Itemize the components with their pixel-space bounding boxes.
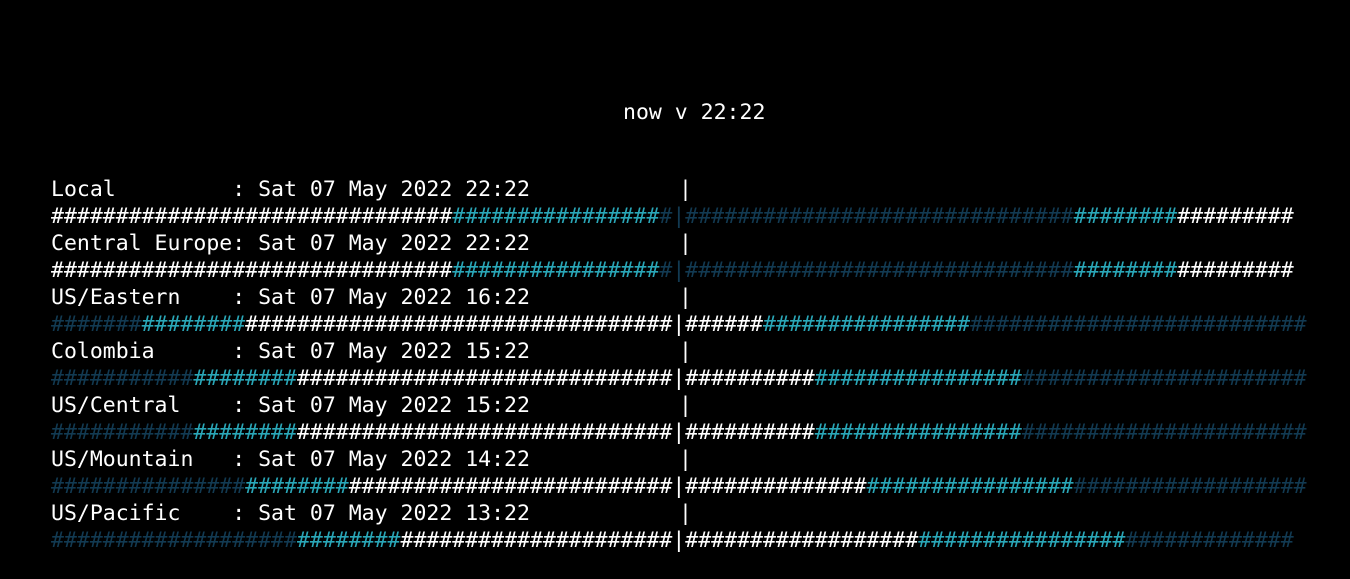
timezone-list: Local : Sat 07 May 2022 22:22 | ##########…: [51, 176, 1307, 554]
bar-segment-twilight: ################: [762, 312, 971, 337]
bar-segment-night: ###########: [51, 420, 194, 445]
bar-segment-day: #########: [1177, 204, 1294, 229]
timezone-row: Local : Sat 07 May 2022 22:22 |: [51, 176, 1307, 203]
timezone-row: US/Eastern : Sat 07 May 2022 16:22 |: [51, 284, 1307, 311]
bar-segment-twilight: ########: [1073, 204, 1178, 229]
timezone-datetime: Sat 07 May 2022 22:22: [258, 177, 530, 202]
now-header: now v 22:22: [623, 100, 766, 125]
bar-segment-day: ##################: [685, 528, 919, 553]
timezone-label: Colombia: [51, 339, 233, 364]
bar-segment-night: ###################: [51, 528, 297, 553]
timezone-row: Colombia : Sat 07 May 2022 15:22 |: [51, 338, 1307, 365]
now-marker: |: [679, 501, 692, 526]
now-marker: |: [672, 528, 686, 553]
label-separator: :: [232, 339, 259, 364]
daylight-bar: ########################################…: [51, 203, 1307, 230]
timezone-datetime: Sat 07 May 2022 15:22: [258, 393, 530, 418]
daylight-bar: ########################################…: [51, 365, 1307, 392]
bar-segment-night: ##################: [1073, 474, 1307, 499]
bar-segment-night: #######: [51, 312, 142, 337]
bar-segment-twilight: ################: [814, 366, 1022, 391]
label-separator: :: [232, 447, 259, 472]
bar-segment-twilight: ########: [193, 366, 297, 391]
timezone-label: US/Central: [51, 393, 233, 418]
bar-segment-twilight: ################: [918, 528, 1126, 553]
now-marker: |: [679, 231, 692, 256]
bar-segment-twilight: ################: [452, 258, 660, 283]
bar-segment-day: ###############################: [51, 204, 453, 229]
bar-segment-twilight: ################: [866, 474, 1074, 499]
bar-segment-night: ###########: [51, 366, 194, 391]
now-marker: |: [672, 474, 686, 499]
label-separator: :: [232, 501, 259, 526]
label-separator: :: [232, 231, 259, 256]
timezone-row: US/Central : Sat 07 May 2022 15:22 |: [51, 392, 1307, 419]
bar-segment-twilight: ################: [814, 420, 1022, 445]
bar-segment-day: #########: [1177, 258, 1294, 283]
bar-segment-night: #############: [1125, 528, 1294, 553]
timezone-row: US/Mountain : Sat 07 May 2022 14:22 |: [51, 446, 1307, 473]
now-marker: |: [679, 447, 692, 472]
timezone-label: US/Mountain: [51, 447, 233, 472]
daylight-bar: ########################################…: [51, 257, 1307, 284]
bar-segment-night: ######################: [1021, 420, 1307, 445]
timezone-label: US/Pacific: [51, 501, 233, 526]
bar-segment-twilight: ########: [1073, 258, 1178, 283]
bar-segment-night: #: [659, 204, 673, 229]
bar-segment-twilight: ########: [245, 474, 349, 499]
label-separator: :: [232, 285, 259, 310]
bar-segment-day: #####################: [400, 528, 673, 553]
now-marker: |: [679, 339, 692, 364]
bar-segment-twilight: ################: [452, 204, 660, 229]
timezone-datetime: Sat 07 May 2022 16:22: [258, 285, 530, 310]
timezone-row: US/Pacific : Sat 07 May 2022 13:22 |: [51, 500, 1307, 527]
bar-segment-day: ######: [685, 312, 763, 337]
bar-segment-day: ###############################: [51, 258, 453, 283]
daylight-bar: ########################################…: [51, 419, 1307, 446]
now-marker: |: [679, 393, 692, 418]
bar-segment-day: #################################: [245, 312, 673, 337]
bar-segment-day: ##########: [685, 366, 815, 391]
now-marker: |: [672, 366, 686, 391]
timezone-label: Local: [51, 177, 233, 202]
header-line: now v 22:22: [51, 99, 1307, 126]
bar-segment-night: ##########################: [970, 312, 1307, 337]
timezone-label: US/Eastern: [51, 285, 233, 310]
bar-segment-twilight: ########: [141, 312, 246, 337]
timezone-datetime: Sat 07 May 2022 22:22: [258, 231, 530, 256]
terminal-window: now v 22:22 Local : Sat 07 May 2022 22:2…: [51, 49, 1307, 579]
timezone-datetime: Sat 07 May 2022 14:22: [258, 447, 530, 472]
daylight-bar: ########################################…: [51, 473, 1307, 500]
daylight-bar: ########################################…: [51, 527, 1307, 554]
label-separator: :: [232, 393, 259, 418]
bar-segment-night: ###############: [51, 474, 246, 499]
bar-segment-night: #: [659, 258, 673, 283]
bar-segment-day: #############################: [296, 366, 673, 391]
bar-segment-night: ##############################: [685, 204, 1074, 229]
now-marker: |: [672, 204, 686, 229]
bar-segment-day: ##########: [685, 420, 815, 445]
now-marker: |: [672, 420, 686, 445]
timezone-label: Central Europe: [51, 231, 233, 256]
now-marker: |: [679, 285, 692, 310]
timezone-row: Central Europe: Sat 07 May 2022 22:22 |: [51, 230, 1307, 257]
bar-segment-day: #############################: [296, 420, 673, 445]
now-marker: |: [672, 258, 686, 283]
bar-segment-night: ##############################: [685, 258, 1074, 283]
daylight-bar: ########################################…: [51, 311, 1307, 338]
timezone-datetime: Sat 07 May 2022 15:22: [258, 339, 530, 364]
bar-segment-day: #########################: [348, 474, 673, 499]
label-separator: :: [232, 177, 259, 202]
bar-segment-day: ##############: [685, 474, 867, 499]
now-marker: |: [679, 177, 692, 202]
bar-segment-twilight: ########: [296, 528, 401, 553]
now-marker: |: [672, 312, 686, 337]
bar-segment-night: ######################: [1021, 366, 1307, 391]
bar-segment-twilight: ########: [193, 420, 297, 445]
timezone-datetime: Sat 07 May 2022 13:22: [258, 501, 530, 526]
